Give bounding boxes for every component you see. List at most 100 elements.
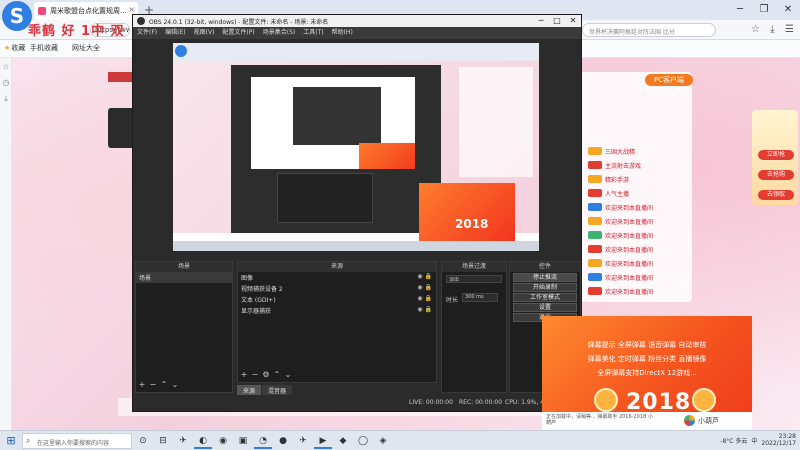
clock[interactable]: 23:28 2022/12/17 <box>761 433 796 447</box>
favorite-star-icon[interactable]: ☆ <box>749 23 762 36</box>
sources-dock-title: 来源 <box>238 262 436 272</box>
source-item[interactable]: 文本 (GDI+) ◉ 🔒 <box>238 294 436 305</box>
taskbar-app-icon[interactable]: ◐ <box>194 433 212 449</box>
star-icon: ★ <box>4 44 11 52</box>
remove-scene-button[interactable]: − <box>149 380 157 389</box>
studio-mode-button[interactable]: 工作室模式 <box>513 293 577 302</box>
bookmark-item[interactable]: 手机收藏 <box>30 43 58 53</box>
taskbar-app-icon[interactable]: ● <box>274 433 292 449</box>
row-label: 欢迎来到本直播间 <box>605 232 654 240</box>
sidebar-star-icon[interactable]: ☆ <box>0 62 12 74</box>
menu-profile[interactable]: 配置文件(P) <box>222 27 254 39</box>
menu-file[interactable]: 文件(F) <box>137 27 157 39</box>
move-source-up-button[interactable]: ⌃ <box>273 370 281 379</box>
tiger-mascot-icon <box>594 388 618 412</box>
download-icon[interactable]: ⤓ <box>766 23 779 36</box>
obs-close-button[interactable]: ✕ <box>565 15 581 27</box>
row-badge-icon <box>588 217 602 225</box>
tab-close-icon[interactable]: × <box>128 5 135 14</box>
move-scene-up-button[interactable]: ⌃ <box>160 380 168 389</box>
side-promo-button[interactable]: 立即抢 <box>758 150 794 160</box>
system-tray: -8°C 多云 中 23:28 2022/12/17 <box>720 433 796 447</box>
source-item[interactable]: 图像 ◉ 🔒 <box>238 272 436 283</box>
obs-preview-canvas[interactable]: 2018 <box>173 43 539 251</box>
row-badge-icon <box>588 203 602 211</box>
obs-minimize-button[interactable]: ─ <box>533 15 549 27</box>
menu-view[interactable]: 视图(V) <box>194 27 215 39</box>
menu-tools[interactable]: 工具(T) <box>303 27 323 39</box>
move-scene-down-button[interactable]: ⌄ <box>171 380 179 389</box>
weather-text[interactable]: -8°C 多云 <box>720 436 747 445</box>
source-item[interactable]: 显示器捕获 ◉ 🔒 <box>238 305 436 316</box>
taskbar-app-icon[interactable]: ◯ <box>354 433 372 449</box>
source-visibility-icons[interactable]: ◉ 🔒 <box>417 273 432 280</box>
taskbar-app-icon[interactable]: ✈ <box>294 433 312 449</box>
add-source-button[interactable]: + <box>240 370 248 379</box>
rec-timer: REC: 00:00:00 <box>459 399 503 406</box>
promo-popup[interactable]: 弹幕提示 全屏弹幕 语音弹幕 自动审核 弹幕美化 定时弹幕 粉丝分类 直播镜像 … <box>542 316 752 430</box>
settings-button[interactable]: 设置 <box>513 303 577 312</box>
move-source-down-button[interactable]: ⌄ <box>284 370 292 379</box>
maximize-button[interactable]: ❐ <box>752 0 776 20</box>
windows-start-icon[interactable]: ⊞ <box>4 434 18 448</box>
web-list-row[interactable]: 三国大战精 <box>588 146 635 156</box>
web-list-row[interactable]: 欢迎来到本直播间 <box>588 272 653 282</box>
menu-edit[interactable]: 编辑(E) <box>165 27 185 39</box>
side-promo-button[interactable]: 去领取 <box>758 190 794 200</box>
row-badge-icon <box>588 147 602 155</box>
close-button[interactable]: ✕ <box>776 0 800 20</box>
side-promo-button[interactable]: 去抢购 <box>758 170 794 180</box>
browser-logo-icon[interactable]: S <box>2 1 32 31</box>
remove-source-button[interactable]: − <box>251 370 259 379</box>
browser-search-box[interactable]: 世界杯决赛阿根廷对阵法国 比分 <box>582 23 716 37</box>
taskbar-app-icon[interactable]: ⊟ <box>154 433 172 449</box>
web-list-row[interactable]: 欢迎来到本直播间 <box>588 216 653 226</box>
sidebar-download-icon[interactable]: ⤓ <box>0 94 12 106</box>
start-recording-button[interactable]: 开始录制 <box>513 283 577 292</box>
clock-date: 2022/12/17 <box>761 440 796 447</box>
web-list-row[interactable]: 欢迎来到本直播间 <box>588 230 653 240</box>
add-scene-button[interactable]: + <box>138 380 146 389</box>
source-item[interactable]: 视频捕获设备 2 ◉ 🔒 <box>238 283 436 294</box>
minimize-button[interactable]: ─ <box>728 0 752 20</box>
browser-tab[interactable]: 周米歌盟台点化置规周... × <box>34 2 138 20</box>
taskbar-search-placeholder: 在这里输入你要搜索的内容 <box>37 440 110 447</box>
bookmark-item[interactable]: 网址大全 <box>72 43 100 53</box>
duration-field[interactable]: 300 ms <box>462 293 498 302</box>
ime-indicator[interactable]: 中 <box>751 436 757 445</box>
web-list-row[interactable]: 精彩手游 <box>588 174 629 184</box>
web-list-row[interactable]: 欢迎来到本直播间 <box>588 286 653 296</box>
preview-nested-obs <box>293 87 381 145</box>
taskbar-app-icon[interactable]: ✈ <box>174 433 192 449</box>
web-list-row[interactable]: 欢迎来到本直播间 <box>588 202 653 212</box>
web-list-row[interactable]: 欢迎来到本直播间 <box>588 244 653 254</box>
pc-client-button[interactable]: PC客户端 <box>645 74 693 86</box>
source-visibility-icons[interactable]: ◉ 🔒 <box>417 295 432 302</box>
bookmark-item[interactable]: ★收藏 <box>4 43 25 53</box>
taskbar-app-icon[interactable]: ◆ <box>334 433 352 449</box>
source-visibility-icons[interactable]: ◉ 🔒 <box>417 284 432 291</box>
menu-help[interactable]: 帮助(H) <box>332 27 353 39</box>
menu-scene-collection[interactable]: 场景集合(S) <box>263 27 296 39</box>
web-list-row[interactable]: 欢迎来到本直播间 <box>588 258 653 268</box>
taskbar-app-icon[interactable]: ◉ <box>214 433 232 449</box>
obs-window: OBS 24.0.1 (32-bit, windows) - 配置文件: 未命名… <box>132 14 582 412</box>
taskbar-app-icon[interactable]: ▣ <box>234 433 252 449</box>
stop-streaming-button[interactable]: 停止推流 <box>513 273 577 282</box>
sidebar-history-icon[interactable]: ◷ <box>0 78 12 90</box>
source-settings-button[interactable]: ⚙ <box>262 370 270 379</box>
preview-right-panel <box>459 67 533 177</box>
web-list-row[interactable]: 主流射击游戏 <box>588 160 641 170</box>
taskbar-search[interactable]: ⌕ 在这里输入你要搜索的内容 <box>22 433 132 449</box>
menu-icon[interactable]: ☰ <box>783 23 796 36</box>
scene-item[interactable]: 场景 <box>136 272 232 283</box>
obs-maximize-button[interactable]: □ <box>549 15 565 27</box>
web-list-row[interactable]: 人气主播 <box>588 188 629 198</box>
taskbar-app-icon[interactable]: ▶ <box>314 433 332 449</box>
taskbar-app-icon[interactable]: ⊙ <box>134 433 152 449</box>
source-visibility-icons[interactable]: ◉ 🔒 <box>417 306 432 313</box>
transition-select[interactable]: 淡出 <box>446 275 502 283</box>
preview-taskbar <box>173 241 539 251</box>
taskbar-app-icon[interactable]: ◈ <box>374 433 392 449</box>
taskbar-app-icon[interactable]: ◔ <box>254 433 272 449</box>
